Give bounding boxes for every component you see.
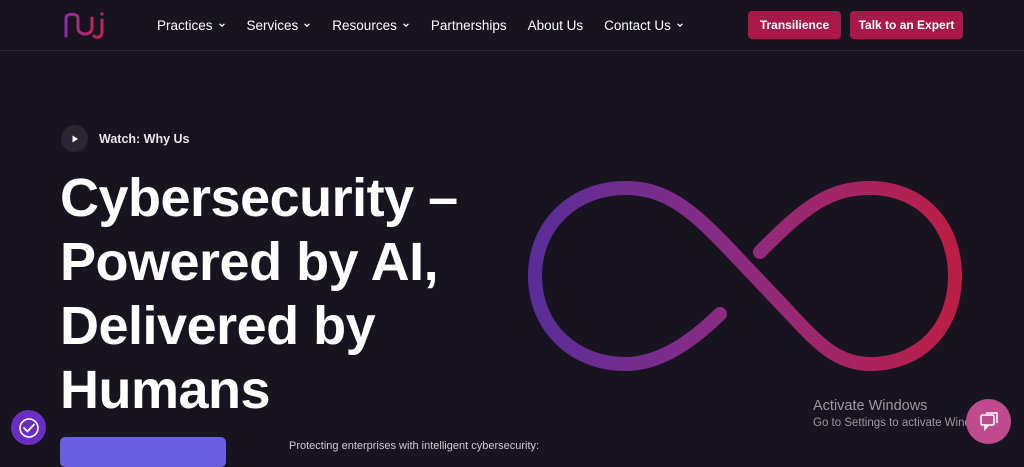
nav-label: Services xyxy=(246,17,299,33)
chevron-down-icon xyxy=(304,23,311,28)
main-nav: Practices Services Resources Partnership… xyxy=(157,0,705,50)
accessibility-button[interactable] xyxy=(11,410,46,445)
nav-item-services[interactable]: Services xyxy=(247,18,312,33)
play-button[interactable] xyxy=(61,125,88,152)
hero-title: Cybersecurity – Powered by AI, Delivered… xyxy=(60,168,458,420)
talk-to-expert-button[interactable]: Talk to an Expert xyxy=(850,11,963,39)
nav-item-resources[interactable]: Resources xyxy=(332,18,410,33)
hero-tagline: Protecting enterprises with intelligent … xyxy=(289,440,540,452)
nav-label: Partnerships xyxy=(430,17,507,33)
nav-label: About Us xyxy=(527,17,584,33)
chevron-down-icon xyxy=(677,23,683,28)
watch-video-link[interactable]: Watch: Why Us xyxy=(61,125,190,152)
hero-cta-button[interactable] xyxy=(60,437,226,467)
nav-item-partnerships[interactable]: Partnerships xyxy=(431,18,507,33)
nav-item-about-us[interactable]: About Us xyxy=(528,18,584,33)
chat-icon xyxy=(979,411,998,431)
transilience-button[interactable]: Transilience xyxy=(748,11,841,39)
chevron-down-icon xyxy=(402,23,409,28)
nav-label: Resources xyxy=(332,17,397,33)
infinity-graphic xyxy=(527,180,963,372)
nav-label: Practices xyxy=(157,17,213,33)
top-navigation-bar: Practices Services Resources Partnership… xyxy=(0,0,1024,51)
play-icon xyxy=(72,135,78,142)
nav-item-practices[interactable]: Practices xyxy=(157,18,226,33)
accessibility-icon xyxy=(18,417,39,438)
chat-button[interactable] xyxy=(966,399,1011,444)
nu-logo-icon[interactable] xyxy=(62,10,114,40)
chevron-down-icon xyxy=(218,23,225,28)
watch-label: Watch: Why Us xyxy=(99,131,190,146)
nav-label: Contact Us xyxy=(604,17,671,33)
nav-item-contact-us[interactable]: Contact Us xyxy=(604,18,684,33)
